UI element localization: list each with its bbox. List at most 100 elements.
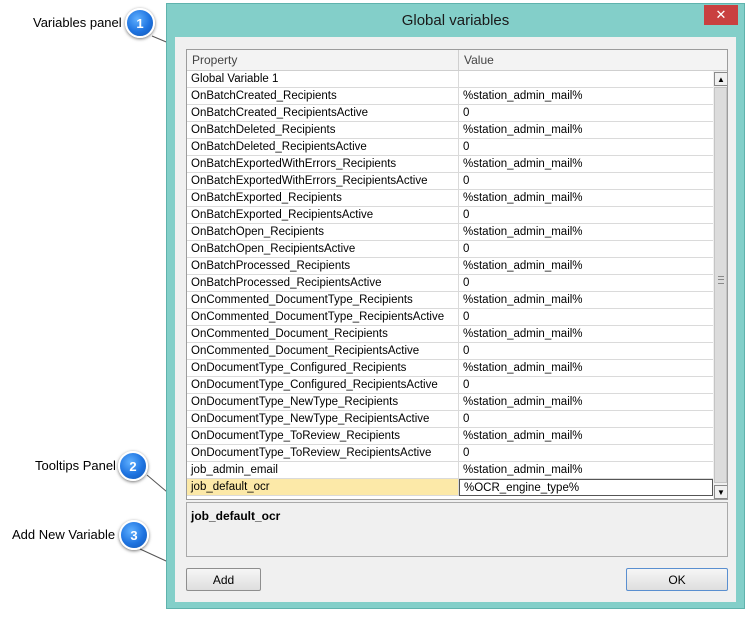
property-cell[interactable]: OnDocumentType_NewType_RecipientsActive xyxy=(187,411,459,428)
property-cell[interactable]: OnBatchExportedWithErrors_Recipients xyxy=(187,156,459,173)
property-cell[interactable]: OnCommented_Document_Recipients xyxy=(187,326,459,343)
table-row[interactable]: OnCommented_Document_RecipientsActive 0 xyxy=(187,343,713,360)
value-cell[interactable]: %station_admin_mail% xyxy=(459,292,713,309)
property-cell[interactable]: job_default_ocr xyxy=(187,479,459,496)
value-cell[interactable]: 0 xyxy=(459,173,713,190)
dialog-client-area: Property Value Global Variable 1 OnBatchC… xyxy=(175,37,736,602)
table-row[interactable]: OnCommented_DocumentType_Recipients %stat… xyxy=(187,292,713,309)
value-cell[interactable]: %station_admin_mail% xyxy=(459,156,713,173)
callout-label-add-new-variable: Add New Variable xyxy=(12,527,116,542)
value-cell[interactable]: %station_admin_mail% xyxy=(459,394,713,411)
ok-button[interactable]: OK xyxy=(626,568,728,591)
table-row[interactable]: OnBatchExportedWithErrors_Recipients %sta… xyxy=(187,156,713,173)
value-cell[interactable]: 0 xyxy=(459,275,713,292)
table-row[interactable]: OnDocumentType_NewType_Recipients %statio… xyxy=(187,394,713,411)
table-row[interactable]: OnDocumentType_Configured_Recipients %sta… xyxy=(187,360,713,377)
table-row[interactable]: OnCommented_Document_Recipients %station_… xyxy=(187,326,713,343)
table-row[interactable]: OnBatchCreated_Recipients %station_admin_… xyxy=(187,88,713,105)
property-cell[interactable]: OnDocumentType_NewType_Recipients xyxy=(187,394,459,411)
property-cell[interactable]: OnBatchCreated_RecipientsActive xyxy=(187,105,459,122)
property-cell[interactable]: OnBatchExported_Recipients xyxy=(187,190,459,207)
property-cell[interactable]: OnCommented_DocumentType_Recipients xyxy=(187,292,459,309)
property-cell[interactable]: OnDocumentType_Configured_RecipientsActi… xyxy=(187,377,459,394)
value-cell[interactable]: %station_admin_mail% xyxy=(459,428,713,445)
value-cell[interactable] xyxy=(459,71,713,88)
table-row[interactable]: OnBatchOpen_Recipients %station_admin_mai… xyxy=(187,224,713,241)
title-bar[interactable]: Global variables ✕ xyxy=(167,4,744,38)
tooltip-title: job_default_ocr xyxy=(191,509,281,523)
value-cell[interactable]: 0 xyxy=(459,377,713,394)
value-cell[interactable]: %OCR_engine_type% xyxy=(459,479,713,496)
property-cell[interactable]: OnBatchOpen_Recipients xyxy=(187,224,459,241)
property-cell[interactable]: OnBatchOpen_RecipientsActive xyxy=(187,241,459,258)
value-cell[interactable]: 0 xyxy=(459,309,713,326)
table-row[interactable]: job_admin_email %station_admin_mail% xyxy=(187,462,713,479)
table-row[interactable]: OnBatchDeleted_RecipientsActive 0 xyxy=(187,139,713,156)
arrow-down-icon: ▼ xyxy=(717,487,725,497)
arrow-up-icon: ▲ xyxy=(717,74,725,84)
grid-header: Property Value xyxy=(187,50,727,71)
property-cell[interactable]: OnDocumentType_ToReview_Recipients xyxy=(187,428,459,445)
table-row[interactable]: OnCommented_DocumentType_RecipientsActiv… xyxy=(187,309,713,326)
property-cell[interactable]: Global Variable 1 xyxy=(187,71,459,88)
column-header-value[interactable]: Value xyxy=(459,50,711,70)
table-row[interactable]: OnDocumentType_Configured_RecipientsActi… xyxy=(187,377,713,394)
table-row[interactable]: OnBatchProcessed_Recipients %station_admi… xyxy=(187,258,713,275)
value-cell[interactable]: %station_admin_mail% xyxy=(459,88,713,105)
table-row[interactable]: OnBatchExported_RecipientsActive 0 xyxy=(187,207,713,224)
table-row[interactable]: OnDocumentType_NewType_RecipientsActive 0 xyxy=(187,411,713,428)
property-cell[interactable]: OnBatchProcessed_RecipientsActive xyxy=(187,275,459,292)
tooltips-panel: job_default_ocr xyxy=(186,502,728,557)
callout-label-tooltips-panel: Tooltips Panel xyxy=(35,458,116,473)
vertical-scrollbar[interactable]: ▲ ▼ xyxy=(713,71,727,499)
value-cell[interactable]: 0 xyxy=(459,207,713,224)
callout-label-variables-panel: Variables panel xyxy=(33,15,122,30)
column-header-property[interactable]: Property xyxy=(187,50,459,70)
close-button[interactable]: ✕ xyxy=(704,5,738,25)
window-title: Global variables xyxy=(401,12,510,29)
property-cell[interactable]: OnBatchProcessed_Recipients xyxy=(187,258,459,275)
property-cell[interactable]: OnCommented_DocumentType_RecipientsActiv… xyxy=(187,309,459,326)
property-cell[interactable]: OnBatchCreated_Recipients xyxy=(187,88,459,105)
value-cell[interactable]: %station_admin_mail% xyxy=(459,122,713,139)
callout-badge-1: 1 xyxy=(125,8,155,38)
value-cell[interactable]: %station_admin_mail% xyxy=(459,190,713,207)
value-cell[interactable]: %station_admin_mail% xyxy=(459,224,713,241)
property-cell[interactable]: OnBatchExported_RecipientsActive xyxy=(187,207,459,224)
close-icon: ✕ xyxy=(715,7,727,22)
table-row[interactable]: OnBatchExportedWithErrors_RecipientsActi… xyxy=(187,173,713,190)
table-row[interactable]: OnBatchProcessed_RecipientsActive 0 xyxy=(187,275,713,292)
variables-panel: Property Value Global Variable 1 OnBatchC… xyxy=(186,49,728,500)
property-cell[interactable]: OnBatchDeleted_Recipients xyxy=(187,122,459,139)
table-row[interactable]: OnBatchOpen_RecipientsActive 0 xyxy=(187,241,713,258)
table-row[interactable]: OnBatchCreated_RecipientsActive 0 xyxy=(187,105,713,122)
value-cell[interactable]: 0 xyxy=(459,411,713,428)
value-cell[interactable]: %station_admin_mail% xyxy=(459,360,713,377)
property-cell[interactable]: OnDocumentType_ToReview_RecipientsActive xyxy=(187,445,459,462)
value-cell[interactable]: %station_admin_mail% xyxy=(459,258,713,275)
value-cell[interactable]: 0 xyxy=(459,445,713,462)
value-cell[interactable]: 0 xyxy=(459,139,713,156)
value-cell[interactable]: %station_admin_mail% xyxy=(459,326,713,343)
value-cell[interactable]: 0 xyxy=(459,105,713,122)
table-row[interactable]: OnBatchExported_Recipients %station_admin… xyxy=(187,190,713,207)
table-row[interactable]: OnDocumentType_ToReview_RecipientsActive… xyxy=(187,445,713,462)
value-cell[interactable]: 0 xyxy=(459,343,713,360)
table-row[interactable]: job_default_ocr %OCR_engine_type% xyxy=(187,479,713,496)
scroll-thumb[interactable] xyxy=(714,87,727,483)
add-button[interactable]: Add xyxy=(186,568,261,591)
property-cell[interactable]: job_admin_email xyxy=(187,462,459,479)
value-cell[interactable]: %station_admin_mail% xyxy=(459,462,713,479)
callout-badge-2: 2 xyxy=(118,451,148,481)
table-row[interactable]: Global Variable 1 xyxy=(187,71,713,88)
value-cell[interactable]: 0 xyxy=(459,241,713,258)
property-cell[interactable]: OnBatchExportedWithErrors_RecipientsActi… xyxy=(187,173,459,190)
scroll-up-button[interactable]: ▲ xyxy=(714,72,727,86)
table-row[interactable]: OnBatchDeleted_Recipients %station_admin_… xyxy=(187,122,713,139)
scroll-down-button[interactable]: ▼ xyxy=(714,485,727,499)
global-variables-dialog: Global variables ✕ Property Value Global… xyxy=(166,3,745,609)
property-cell[interactable]: OnBatchDeleted_RecipientsActive xyxy=(187,139,459,156)
table-row[interactable]: OnDocumentType_ToReview_Recipients %stati… xyxy=(187,428,713,445)
property-cell[interactable]: OnDocumentType_Configured_Recipients xyxy=(187,360,459,377)
property-cell[interactable]: OnCommented_Document_RecipientsActive xyxy=(187,343,459,360)
